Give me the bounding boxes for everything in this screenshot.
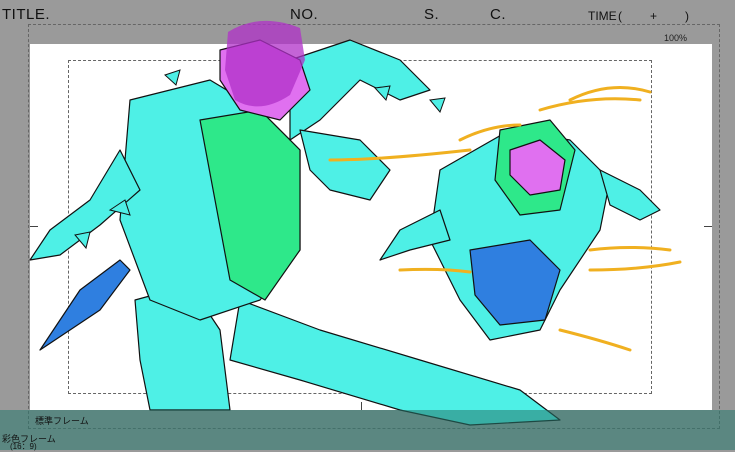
right-character [379, 119, 661, 341]
standard-frame-label: 標準フレーム [35, 416, 89, 426]
illustration-canvas [29, 20, 682, 426]
color-frame-overlay [0, 410, 735, 450]
aspect-ratio-label: (16：9) [10, 442, 37, 451]
right-character-left-arm [599, 169, 661, 221]
left-character-right-arm [289, 39, 431, 141]
left-character-gauntlet [299, 129, 391, 201]
left-character-blade [39, 259, 131, 351]
